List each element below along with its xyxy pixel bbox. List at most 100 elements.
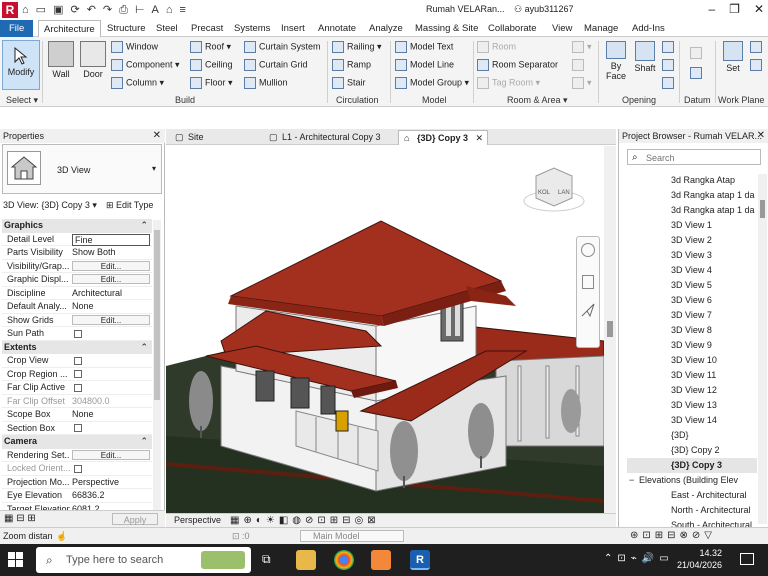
taskbar-search[interactable]: ⌕ Type here to search [36, 547, 251, 573]
measure-icon[interactable]: ⊢ [135, 3, 145, 17]
property-value[interactable]: None [72, 408, 150, 422]
area-boundary-button[interactable] [572, 59, 587, 71]
browser-item[interactable]: {3D} [627, 428, 757, 443]
component-button[interactable]: Component ▾ [111, 59, 180, 71]
tag-area-button[interactable]: ▾ [572, 77, 592, 89]
tab-file[interactable]: File [0, 20, 34, 37]
browser-item[interactable]: − Elevations (Building Elev [627, 473, 757, 488]
restore-icon[interactable]: ❐ [729, 2, 740, 16]
text-icon[interactable]: A [152, 3, 159, 17]
undo-icon[interactable]: ↶ [87, 3, 96, 17]
browser-item[interactable]: 3D View 2 [627, 233, 757, 248]
zoom-icon[interactable] [582, 275, 594, 289]
model-text-button[interactable]: Model Text [395, 41, 453, 53]
close-icon[interactable]: ✕ [754, 2, 764, 16]
file-explorer-icon[interactable] [296, 550, 316, 570]
redo-icon[interactable]: ↷ [103, 3, 112, 17]
shaft-button[interactable]: Shaft [630, 41, 660, 73]
view-control-icons[interactable]: ▦⊕◐☀◧◍⊘⊡⊞⊟◎⊠ [230, 514, 380, 527]
clock[interactable]: 14.32 21/04/2026 [677, 547, 722, 571]
pan-icon[interactable] [581, 303, 595, 318]
wall-button[interactable]: Wall [46, 41, 76, 79]
property-value[interactable]: 66836.2 [72, 489, 150, 503]
task-view-icon[interactable]: ⧉ [262, 552, 271, 567]
browser-item[interactable]: 3d Rangka atap 1 da [627, 203, 757, 218]
user-account[interactable]: ⚇ ayub311267 [514, 4, 573, 15]
browser-item[interactable]: North - Architectural [627, 503, 757, 518]
tab-insert[interactable]: Insert [281, 20, 305, 37]
browser-item[interactable]: East - Architectural [627, 488, 757, 503]
property-value[interactable]: Show Both [72, 246, 150, 260]
edit-button[interactable]: Edit... [72, 260, 150, 271]
by-face-button[interactable]: By Face [603, 41, 629, 81]
tab-analyze[interactable]: Analyze [369, 20, 403, 37]
edit-button[interactable]: Edit... [72, 274, 150, 284]
workset-selector[interactable]: Main Model [300, 530, 404, 542]
show-work-plane-button[interactable] [750, 41, 765, 53]
status-editable-icon[interactable]: ⊡ [232, 528, 240, 544]
home-icon[interactable]: ⌂ [22, 3, 29, 17]
steering-wheel-icon[interactable] [581, 243, 595, 257]
open-icon[interactable]: ▭ [36, 3, 46, 17]
model-line-button[interactable]: Model Line [395, 59, 454, 71]
collapse-icon[interactable]: ⌃ [140, 219, 148, 233]
xampp-icon[interactable] [371, 550, 391, 570]
property-checkbox[interactable] [74, 356, 82, 365]
property-value[interactable]: Architectural [72, 287, 150, 301]
browser-scrollbar[interactable] [758, 174, 767, 524]
close-icon[interactable]: ✕ [153, 129, 161, 143]
browser-search[interactable]: ⌕ [627, 149, 761, 165]
notification-icon[interactable] [740, 553, 754, 565]
minimize-icon[interactable]: – [708, 2, 715, 16]
browser-item[interactable]: 3D View 7 [627, 308, 757, 323]
revit-taskbar-icon[interactable]: R [410, 550, 430, 570]
projection-mode-label[interactable]: Perspective [174, 514, 221, 527]
browser-item[interactable]: 3D View 1 [627, 218, 757, 233]
property-checkbox[interactable] [74, 424, 82, 433]
tab-massing-site[interactable]: Massing & Site [415, 20, 478, 37]
tab-steel[interactable]: Steel [156, 20, 178, 37]
browser-item[interactable]: 3D View 13 [627, 398, 757, 413]
tab-manage[interactable]: Manage [584, 20, 618, 37]
area-button[interactable]: ▾ [572, 41, 592, 53]
property-value[interactable]: Perspective [72, 476, 150, 490]
detail-level-field[interactable]: Fine [72, 233, 150, 246]
browser-item[interactable]: 3D View 6 [627, 293, 757, 308]
browser-item[interactable]: 3D View 8 [627, 323, 757, 338]
tab-l1-architectural[interactable]: ▢ L1 - Architectural Copy 3 [264, 130, 394, 145]
windows-start-icon[interactable] [8, 552, 24, 568]
floor-button[interactable]: Floor ▾ [190, 77, 233, 89]
search-input[interactable] [646, 152, 756, 163]
save-icon[interactable]: ▣ [53, 3, 63, 17]
scroll-thumb[interactable] [760, 200, 765, 218]
mullion-button[interactable]: Mullion [244, 77, 288, 89]
tab-3d-copy-3[interactable]: ⌂ {3D} Copy 3 ✕ [398, 130, 488, 145]
tab-structure[interactable]: Structure [107, 20, 146, 37]
chrome-icon[interactable] [334, 550, 354, 570]
tab-annotate[interactable]: Annotate [318, 20, 356, 37]
room-button[interactable]: Room [477, 41, 516, 53]
viewport-scrollbar[interactable] [604, 146, 616, 513]
browser-item[interactable]: 3D View 4 [627, 263, 757, 278]
browser-item[interactable]: 3D View 9 [627, 338, 757, 353]
browser-item[interactable]: 3D View 12 [627, 383, 757, 398]
dormer-opening-button[interactable] [662, 77, 677, 89]
model-group-button[interactable]: Model Group ▾ [395, 77, 469, 89]
ceiling-button[interactable]: Ceiling [190, 59, 233, 71]
tag-room-button[interactable]: Tag Room ▾ [477, 77, 540, 89]
tab-architecture[interactable]: Architecture [38, 20, 101, 37]
tab-site[interactable]: ▢ Site [170, 130, 262, 145]
grid-button[interactable] [690, 67, 705, 79]
railing-button[interactable]: Railing ▾ [332, 41, 382, 53]
scroll-thumb[interactable] [154, 230, 160, 400]
viewcube-face-kol[interactable]: KOL [538, 190, 551, 196]
tab-add-ins[interactable]: Add-Ins [632, 20, 665, 37]
window-button[interactable]: Window [111, 41, 158, 53]
scroll-thumb[interactable] [607, 321, 613, 337]
3d-view-icon[interactable]: ⌂ [166, 3, 173, 17]
room-separator-button[interactable]: Room Separator [477, 59, 558, 71]
properties-scrollbar[interactable] [153, 220, 161, 520]
sync-icon[interactable]: ⟳ [70, 3, 79, 17]
modify-button[interactable]: Modify [2, 40, 40, 90]
close-icon[interactable]: ✕ [757, 129, 765, 143]
